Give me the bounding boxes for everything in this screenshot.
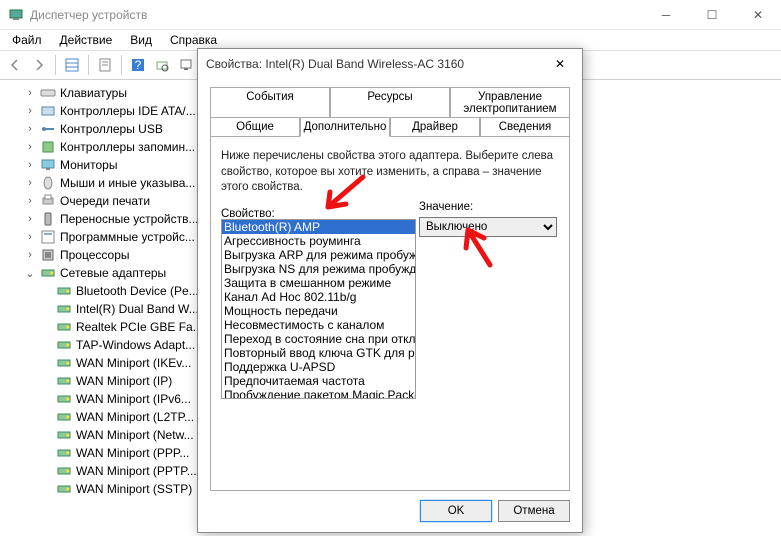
menu-view[interactable]: Вид — [122, 31, 160, 49]
tab[interactable]: События — [210, 87, 330, 118]
back-button[interactable] — [4, 54, 26, 76]
expand-icon[interactable]: › — [24, 141, 36, 153]
property-item[interactable]: Переход в состояние сна при отклю — [222, 332, 415, 346]
tree-item-label: Программные устройс... — [60, 230, 195, 244]
value-label: Значение: — [419, 201, 557, 213]
app-icon — [8, 7, 24, 23]
tree-item-label: TAP-Windows Adapt... — [76, 338, 195, 352]
tab[interactable]: Управление электропитанием — [450, 87, 570, 118]
expand-icon[interactable]: › — [24, 105, 36, 117]
tree-item-label: WAN Miniport (IP) — [76, 374, 172, 388]
toolbar-help-icon[interactable]: ? — [127, 54, 149, 76]
tree-item-label: WAN Miniport (L2TP... — [76, 410, 194, 424]
tab[interactable]: Сведения — [480, 117, 570, 137]
property-item[interactable]: Канал Ad Hoc 802.11b/g — [222, 290, 415, 304]
tree-item-label: WAN Miniport (PPP... — [76, 446, 189, 460]
property-item[interactable]: Агрессивность роуминга — [222, 234, 415, 248]
expand-icon[interactable]: › — [24, 195, 36, 207]
tab-description: Ниже перечислены свойства этого адаптера… — [221, 149, 559, 196]
toolbar-separator — [88, 55, 89, 75]
titlebar: Диспетчер устройств ─ ☐ ✕ — [0, 0, 781, 30]
toolbar-separator — [121, 55, 122, 75]
property-item[interactable]: Защита в смешанном режиме — [222, 276, 415, 290]
property-item[interactable]: Пробуждение пакетом Magic Packet — [222, 388, 415, 399]
property-item[interactable]: Повторный ввод ключа GTK для реж — [222, 346, 415, 360]
forward-button[interactable] — [28, 54, 50, 76]
property-item[interactable]: Bluetooth(R) AMP — [222, 220, 415, 234]
tree-item-label: WAN Miniport (PPTP... — [76, 464, 197, 478]
tree-item-label: Контроллеры USB — [60, 122, 163, 136]
tree-item-label: Контроллеры запомин... — [60, 140, 195, 154]
tab-content: Ниже перечислены свойства этого адаптера… — [210, 136, 570, 491]
tree-item-label: Intel(R) Dual Band W... — [76, 302, 199, 316]
property-item[interactable]: Поддержка U-APSD — [222, 360, 415, 374]
value-select[interactable]: Выключено — [419, 217, 557, 237]
property-list[interactable]: Bluetooth(R) AMPАгрессивность роумингаВы… — [221, 219, 416, 399]
maximize-button[interactable]: ☐ — [689, 0, 735, 30]
tree-item-label: Очереди печати — [60, 194, 150, 208]
tree-item-label: Мониторы — [60, 158, 117, 172]
expand-icon[interactable]: › — [24, 177, 36, 189]
expand-icon[interactable]: › — [24, 231, 36, 243]
expand-icon[interactable]: › — [24, 213, 36, 225]
toolbar-grid-icon[interactable] — [61, 54, 83, 76]
tree-item-label: WAN Miniport (IPv6... — [76, 392, 191, 406]
property-item[interactable]: Выгрузка NS для режима пробужден — [222, 262, 415, 276]
tree-item-label: Клавиатуры — [60, 86, 127, 100]
property-item[interactable]: Несовместимость с каналом — [222, 318, 415, 332]
properties-dialog: Свойства: Intel(R) Dual Band Wireless-AC… — [197, 48, 583, 533]
dialog-titlebar: Свойства: Intel(R) Dual Band Wireless-AC… — [198, 49, 582, 79]
cancel-button[interactable]: Отмена — [498, 500, 570, 522]
menu-action[interactable]: Действие — [52, 31, 121, 49]
expand-icon[interactable]: ⌄ — [24, 267, 36, 280]
tab[interactable]: Ресурсы — [330, 87, 450, 118]
menubar: Файл Действие Вид Справка — [0, 30, 781, 50]
property-item[interactable]: Мощность передачи — [222, 304, 415, 318]
window-title: Диспетчер устройств — [30, 8, 643, 22]
tab[interactable]: Дополнительно — [300, 117, 390, 137]
ok-button[interactable]: OK — [420, 500, 492, 522]
svg-text:?: ? — [135, 58, 142, 72]
menu-help[interactable]: Справка — [162, 31, 225, 49]
menu-file[interactable]: Файл — [4, 31, 50, 49]
expand-icon[interactable]: › — [24, 123, 36, 135]
tree-item-label: WAN Miniport (SSTP) — [76, 482, 192, 496]
tab[interactable]: Драйвер — [390, 117, 480, 137]
dialog-title: Свойства: Intel(R) Dual Band Wireless-AC… — [206, 57, 546, 71]
tree-item-label: Процессоры — [60, 248, 130, 262]
close-button[interactable]: ✕ — [735, 0, 781, 30]
toolbar-separator — [55, 55, 56, 75]
tree-item-label: WAN Miniport (Netw... — [76, 428, 194, 442]
tree-item-label: WAN Miniport (IKEv... — [76, 356, 191, 370]
expand-icon[interactable]: › — [24, 249, 36, 261]
expand-icon[interactable]: › — [24, 159, 36, 171]
tree-item-label: Сетевые адаптеры — [60, 266, 166, 280]
property-item[interactable]: Выгрузка ARP для режима пробужд — [222, 248, 415, 262]
toolbar-props-icon[interactable] — [94, 54, 116, 76]
tree-item-label: Bluetooth Device (Pe... — [76, 284, 199, 298]
toolbar-scan-icon[interactable] — [151, 54, 173, 76]
tree-item-label: Realtek PCIe GBE Fa... — [76, 320, 203, 334]
expand-icon[interactable]: › — [24, 87, 36, 99]
dialog-close-button[interactable]: ✕ — [546, 50, 574, 78]
toolbar-monitor-icon[interactable] — [175, 54, 197, 76]
tree-item-label: Мыши и иные указыва... — [60, 176, 195, 190]
tab[interactable]: Общие — [210, 117, 300, 137]
tree-item-label: Контроллеры IDE ATA/... — [60, 104, 196, 118]
tree-item-label: Переносные устройств... — [60, 212, 199, 226]
minimize-button[interactable]: ─ — [643, 0, 689, 30]
property-item[interactable]: Предпочитаемая частота — [222, 374, 415, 388]
